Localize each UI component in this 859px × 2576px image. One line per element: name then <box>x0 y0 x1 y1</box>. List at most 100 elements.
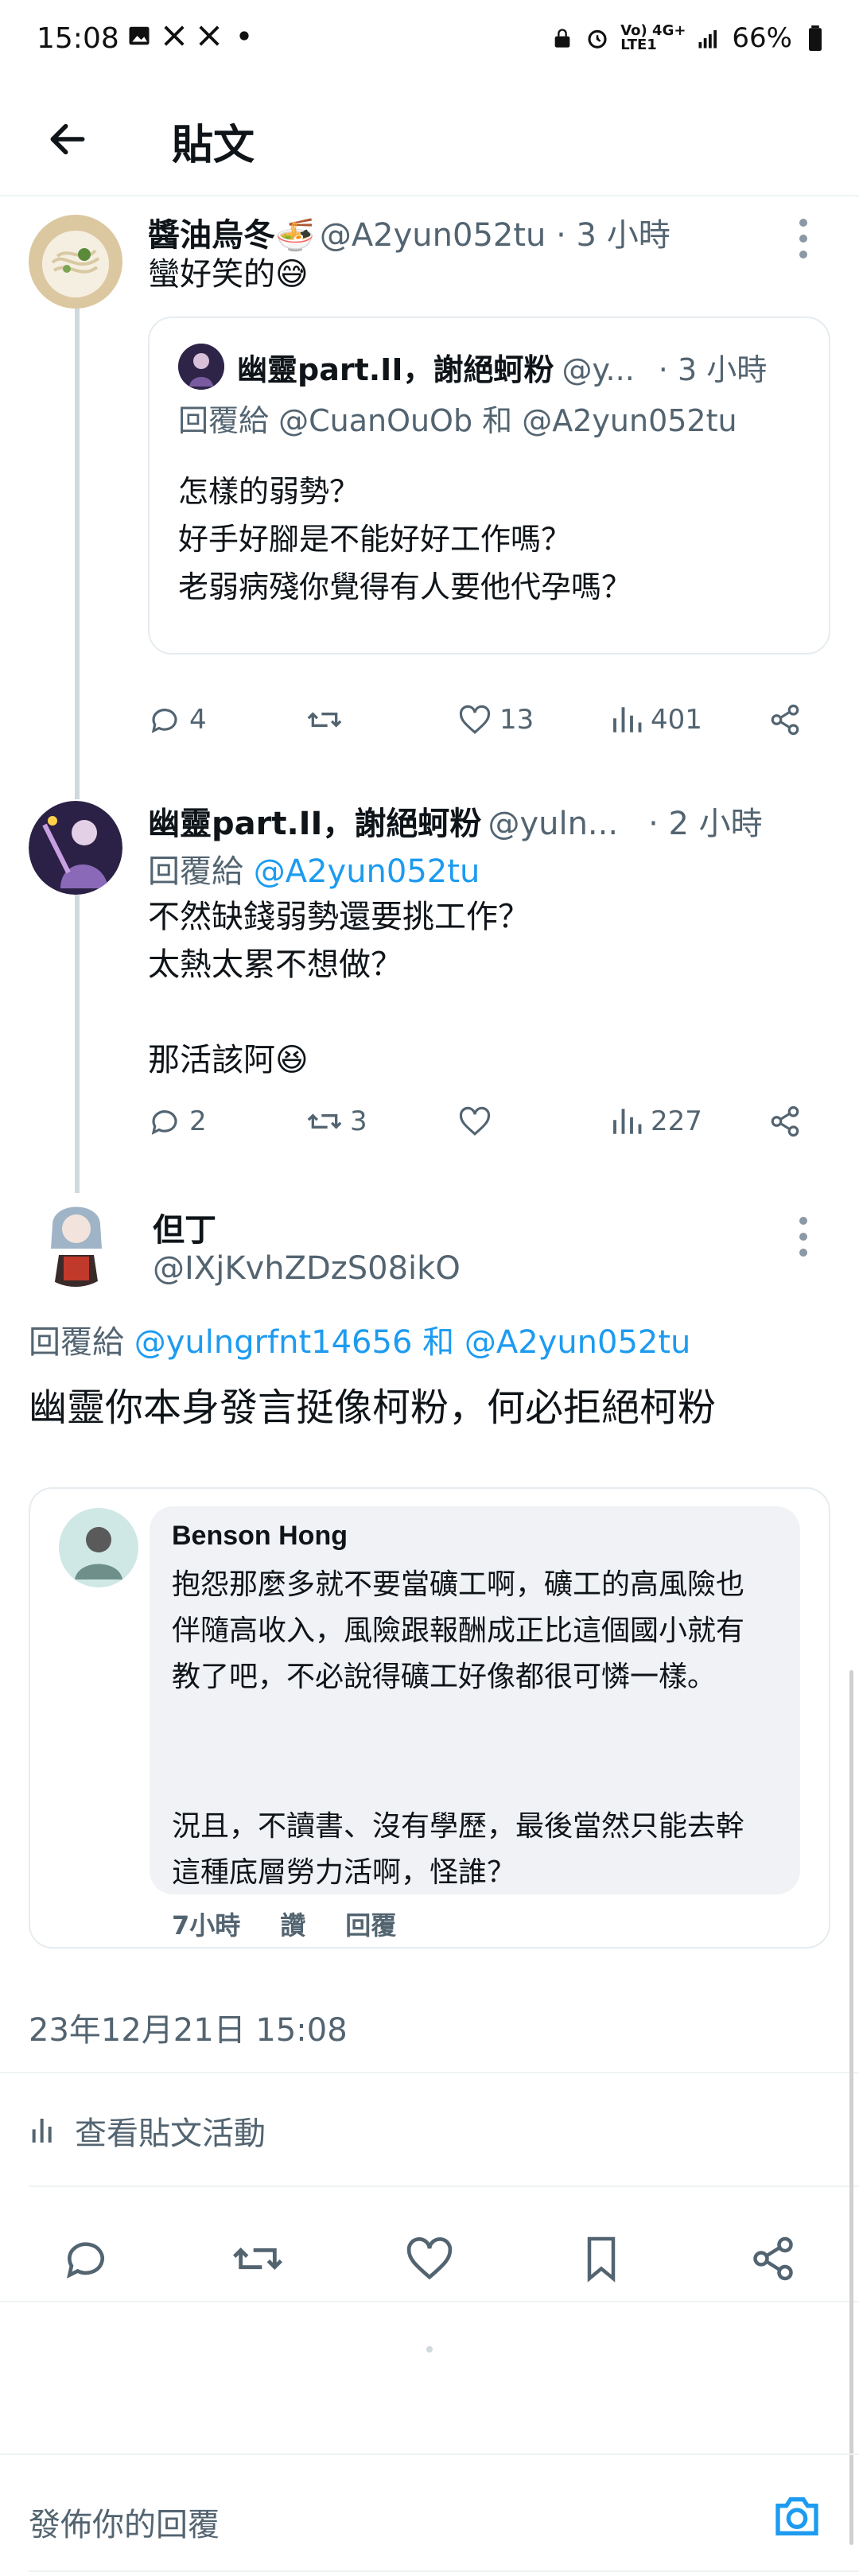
quote-handle: @y... <box>562 352 635 387</box>
retweet-count: 3 <box>350 1105 367 1137</box>
status-time: 15:08 <box>37 22 119 55</box>
avatar[interactable] <box>29 1193 122 1287</box>
reply-icon <box>151 1110 177 1135</box>
anime-avatar-icon <box>29 801 122 895</box>
retweet-icon <box>307 712 342 728</box>
tweet-1[interactable]: 醬油烏冬🍜 @A2yun052tu · 3 小時 蠻好笑的😅 幽靈part.II… <box>0 203 859 775</box>
display-name[interactable]: 醬油烏冬🍜 <box>148 209 315 255</box>
x-app-icon <box>162 24 186 48</box>
comment-like: 讚 <box>280 1910 306 1941</box>
share-action[interactable] <box>768 703 802 736</box>
scrollbar[interactable] <box>849 1670 853 2545</box>
bookmark-icon <box>587 2236 616 2283</box>
reply-action[interactable]: 2 <box>148 1105 307 1138</box>
divider <box>29 2186 859 2187</box>
more-options-button[interactable] <box>787 1213 819 1264</box>
signal-icon <box>697 26 721 50</box>
like-count: 13 <box>499 704 534 736</box>
reply-icon <box>67 2242 104 2279</box>
more-vertical-icon <box>799 219 807 258</box>
noodle-bowl-avatar-icon <box>29 215 122 309</box>
post-timestamp: 23年12月21日 15:08 <box>29 2012 348 2049</box>
main-tweet-text: 幽靈你本身發言挺像柯粉，何必拒絕柯粉 <box>29 1385 717 1430</box>
avatar[interactable] <box>29 215 122 309</box>
anime-character-avatar-icon <box>29 1193 122 1287</box>
share-icon <box>771 704 799 736</box>
back-arrow-icon <box>50 123 85 155</box>
tweet-text: 蠻好笑的😅 <box>148 256 309 293</box>
commenter-avatar <box>59 1508 138 1587</box>
lock-icon <box>550 26 574 50</box>
comment-meta: 7小時 讚 回覆 <box>172 1906 396 1942</box>
reply-to-prefix: 回覆給 <box>148 853 254 890</box>
retweet-action[interactable]: 3 <box>307 1104 458 1139</box>
like-button[interactable] <box>398 2227 461 2290</box>
top-app-bar: 貼文 <box>0 87 859 191</box>
share-action[interactable] <box>768 1105 802 1138</box>
share-icon <box>771 1105 799 1137</box>
dot-icon <box>232 24 256 48</box>
divider <box>0 2072 859 2073</box>
reply-to-line: 回覆給 @A2yun052tu <box>148 845 480 892</box>
attached-image[interactable]: Benson Hong 抱怨那麼多就不要當礦工啊，礦工的高風險也伴隨高收入，風險… <box>29 1487 830 1949</box>
quote-avatar[interactable] <box>178 344 224 390</box>
reply-composer-bar: 發佈你的回覆 <box>0 2454 859 2576</box>
quote-line-1: 怎樣的弱勢？ <box>178 474 360 509</box>
display-name[interactable]: 幽靈part.II，謝絕蚵粉 <box>148 798 481 844</box>
views-action[interactable]: 401 <box>609 703 768 736</box>
page-title: 貼文 <box>172 122 255 169</box>
reply-input[interactable]: 發佈你的回覆 <box>29 2499 220 2545</box>
camera-button[interactable] <box>772 2491 822 2545</box>
comment-para-1: 抱怨那麼多就不要當礦工啊，礦工的高風險也伴隨高收入，風險跟報酬成正比這個國小就有… <box>172 1568 745 1693</box>
quote-header: 幽靈part.II，謝絕蚵粉 @y... · 3 小時 <box>237 345 767 389</box>
more-options-button[interactable] <box>787 215 819 266</box>
reply-button[interactable] <box>54 2227 118 2290</box>
quote-tweet[interactable]: 幽靈part.II，謝絕蚵粉 @y... · 3 小時 回覆給 @CuanOuO… <box>148 317 830 655</box>
share-button[interactable] <box>741 2227 805 2290</box>
reply-to-user-link[interactable]: @A2yun052tu <box>254 853 480 890</box>
x-app-icon-2 <box>197 24 221 48</box>
heart-icon <box>406 2237 453 2280</box>
camera-icon <box>775 2497 818 2535</box>
reply-action[interactable]: 4 <box>148 703 307 736</box>
tweet-line-2: 太熱太累不想做？ <box>148 946 402 983</box>
handle[interactable]: @IXjKvhZDzS08ikO <box>153 1250 461 1287</box>
reply-icon <box>151 709 177 733</box>
view-post-activity-link[interactable]: 查看貼文活動 <box>29 2108 266 2154</box>
retweet-icon <box>307 1113 342 1129</box>
tweet-line-1: 不然缺錢弱勢還要挑工作？ <box>148 899 530 935</box>
tweet-2-actions: 2 3 227 <box>148 1104 840 1139</box>
quote-reply-to: 回覆給 @CuanOuOb 和 @A2yun052tu <box>178 403 737 438</box>
header-divider <box>0 195 859 196</box>
loading-indicator <box>426 2346 433 2353</box>
retweet-button[interactable] <box>226 2227 290 2290</box>
tweet-2[interactable]: 幽靈part.II，謝絕蚵粉 @yuln... · 2 小時 回覆給 @A2yu… <box>0 791 859 1173</box>
status-bar: 15:08 Vo) 4G+ LTE1 66% <box>0 0 859 80</box>
divider <box>29 2570 859 2572</box>
back-button[interactable] <box>40 111 95 167</box>
handle[interactable]: @yuln... <box>488 806 618 842</box>
handle-time[interactable]: @A2yun052tu · 3 小時 <box>320 209 670 255</box>
tweet-line-3: 那活該阿😆 <box>148 1042 309 1078</box>
main-tweet: 但丁 @IXjKvhZDzS08ikO 回覆給 @yulngrfnt14656 … <box>0 1185 859 2314</box>
view-count: 227 <box>651 1105 702 1137</box>
like-action[interactable]: 13 <box>458 703 609 736</box>
status-right: Vo) 4G+ LTE1 66% <box>550 22 827 54</box>
reply-to-users-link[interactable]: @yulngrfnt14656 和 @A2yun052tu <box>134 1324 691 1361</box>
person-avatar-icon <box>59 1508 138 1587</box>
bookmark-button[interactable] <box>569 2227 633 2290</box>
comment-reply: 回覆 <box>345 1910 397 1941</box>
views-bar-chart-icon <box>613 707 642 732</box>
display-name[interactable]: 但丁 <box>153 1204 216 1250</box>
like-action[interactable] <box>458 1105 609 1138</box>
quote-name: 幽靈part.II，謝絕蚵粉 <box>237 352 554 387</box>
battery-icon <box>803 25 827 51</box>
divider <box>0 2301 859 2302</box>
activity-bar-chart-icon <box>32 2119 52 2143</box>
views-action[interactable]: 227 <box>609 1105 768 1138</box>
anime-avatar-icon <box>178 344 224 390</box>
reply-to-prefix: 回覆給 <box>29 1324 134 1361</box>
quote-time: · 3 小時 <box>658 352 768 387</box>
avatar[interactable] <box>29 801 122 895</box>
retweet-action[interactable] <box>307 702 458 737</box>
